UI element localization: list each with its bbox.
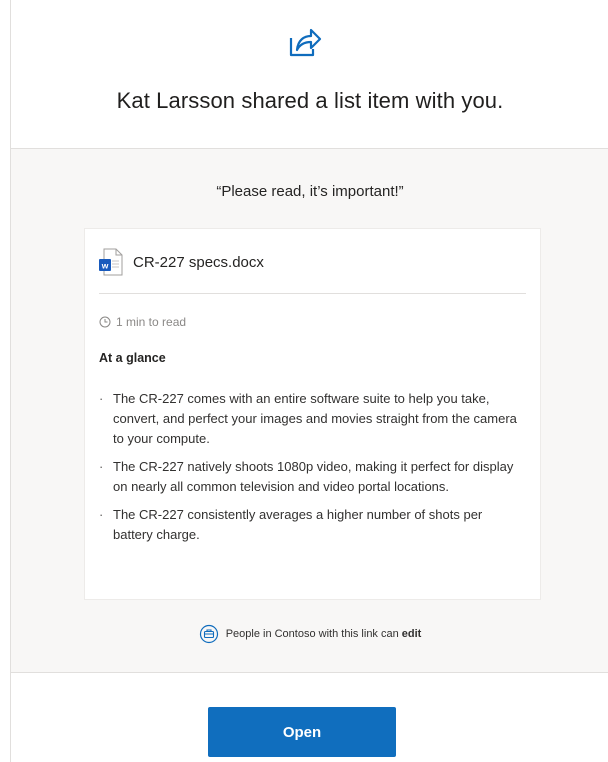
- file-name[interactable]: CR-227 specs.docx: [133, 254, 264, 271]
- permission-level: edit: [401, 628, 422, 640]
- permission-text: People in Contoso with this link can: [225, 628, 399, 640]
- email-frame: Kat Larsson shared a list item with you.…: [10, 0, 608, 762]
- read-time: 1 min to read: [99, 315, 186, 329]
- file-row[interactable]: w CR-227 specs.docx: [99, 247, 264, 277]
- share-icon: [289, 28, 322, 57]
- header: Kat Larsson shared a list item with you.: [11, 0, 608, 149]
- page-title: Kat Larsson shared a list item with you.: [116, 88, 504, 113]
- bullet-dot: ·: [99, 391, 104, 406]
- clock-icon: [99, 316, 111, 328]
- list-item: · The CR-227 comes with an entire softwa…: [99, 389, 524, 449]
- read-time-label: 1 min to read: [116, 315, 187, 329]
- word-badge-letter: w: [101, 261, 109, 271]
- bullet-dot: ·: [99, 459, 104, 474]
- list-item: · The CR-227 consistently averages a hig…: [99, 505, 524, 545]
- organization-link-icon: [199, 624, 218, 644]
- list-item-text: The CR-227 comes with an entire software…: [113, 391, 517, 446]
- list-item-card[interactable]: w CR-227 specs.docx 1 min to read At a g…: [84, 228, 541, 600]
- divider: [99, 293, 526, 294]
- open-button[interactable]: Open: [208, 707, 396, 757]
- summary-list: · The CR-227 comes with an entire softwa…: [99, 389, 524, 553]
- list-item-text: The CR-227 natively shoots 1080p video, …: [113, 459, 514, 494]
- bullet-dot: ·: [99, 507, 104, 522]
- list-item-text: The CR-227 consistently averages a highe…: [113, 507, 483, 542]
- section-title: At a glance: [99, 351, 166, 365]
- share-body: “Please read, it’s important!” w CR-227 …: [11, 149, 608, 673]
- share-message: “Please read, it’s important!”: [216, 183, 404, 200]
- list-item: · The CR-227 natively shoots 1080p video…: [99, 457, 524, 497]
- word-document-icon: w: [99, 248, 123, 276]
- permission-note: People in Contoso with this link can edi…: [11, 624, 608, 644]
